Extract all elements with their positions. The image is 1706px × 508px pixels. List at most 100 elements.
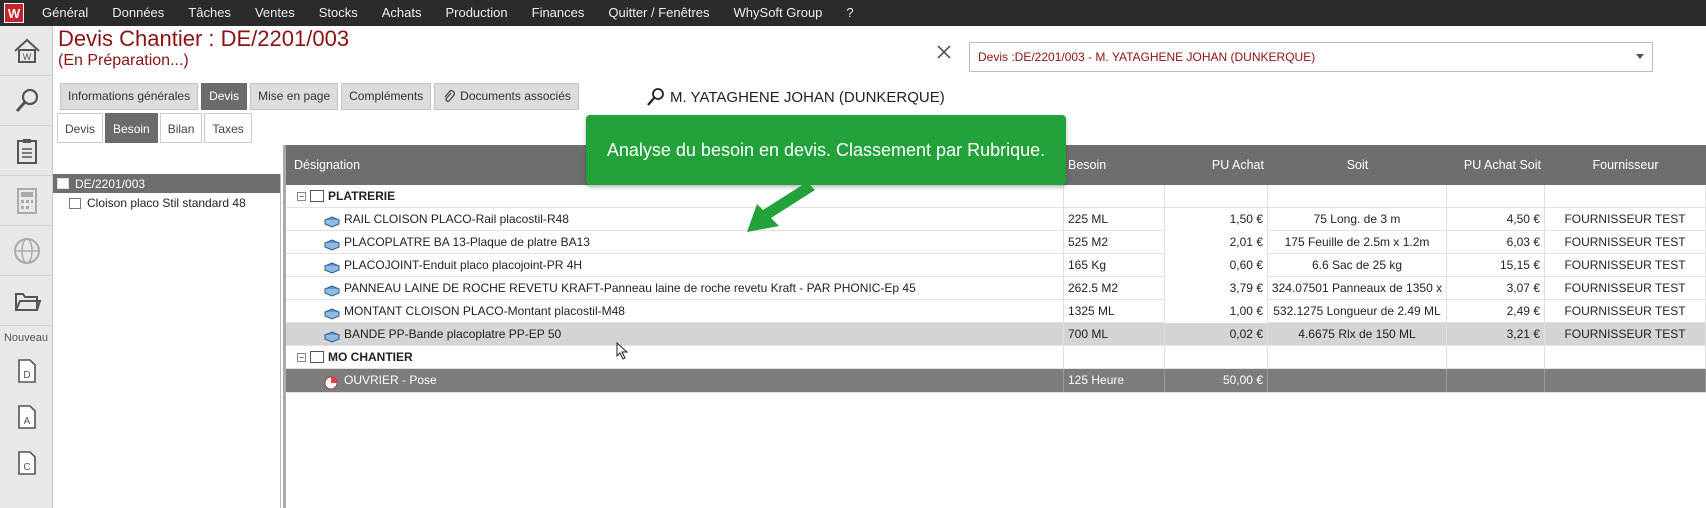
menu-taches[interactable]: Tâches: [176, 0, 243, 26]
new-document-d-icon: D: [17, 359, 36, 383]
menu-donnees[interactable]: Données: [100, 0, 176, 26]
table-row[interactable]: OUVRIER - Pose 125 Heure 50,00 €: [286, 369, 1706, 393]
folder-icon: [310, 351, 324, 363]
designation-text: OUVRIER - Pose: [344, 373, 437, 387]
subtab-besoin[interactable]: Besoin: [105, 113, 158, 143]
tab-complements[interactable]: Compléments: [341, 83, 432, 110]
paperclip-icon: [444, 89, 456, 102]
search-button[interactable]: [0, 76, 53, 126]
tooltip-arrow-icon: [747, 182, 815, 232]
cell-designation: RAIL CLOISON PLACO-Rail placostil-R48: [286, 207, 1064, 231]
menu-production[interactable]: Production: [433, 0, 519, 26]
tab-documents-associes[interactable]: Documents associés: [434, 83, 579, 110]
collapse-icon[interactable]: −: [297, 191, 306, 201]
rubrique-row[interactable]: − MO CHANTIER: [286, 345, 1706, 369]
cell-pu-achat[interactable]: 50,00 €: [1165, 369, 1268, 392]
new-document-a-icon: A: [17, 405, 36, 429]
menu-ventes[interactable]: Ventes: [243, 0, 307, 26]
menu-achats[interactable]: Achats: [370, 0, 434, 26]
cell-designation: PLACOPLATRE BA 13-Plaque de platre BA13: [286, 230, 1064, 254]
cell-pu-achat-soit: 3,21 €: [1447, 322, 1545, 346]
col-header-besoin[interactable]: Besoin: [1064, 158, 1165, 172]
cell-soit: 175 Feuille de 2.5m x 1.2m: [1268, 230, 1447, 254]
menu-stocks[interactable]: Stocks: [307, 0, 370, 26]
rubrique-cell: − MO CHANTIER: [286, 345, 1064, 369]
menu-whysoft-group[interactable]: WhySoft Group: [722, 0, 835, 26]
cell-soit: 324.07501 Panneaux de 1350 x: [1268, 276, 1447, 300]
cell-pu-achat[interactable]: 1,50 €: [1165, 207, 1268, 231]
cell-soit: 532.1275 Longueur de 2.49 ML: [1268, 299, 1447, 323]
chevron-down-icon[interactable]: [1636, 54, 1644, 59]
nouveau-label: Nouveau: [3, 332, 49, 344]
collapse-icon[interactable]: −: [297, 352, 306, 362]
search-icon[interactable]: [646, 87, 666, 107]
app-logo[interactable]: W: [4, 3, 24, 23]
cell-pu-achat-soit: 2,49 €: [1447, 299, 1545, 323]
menu-quitter-fenetres[interactable]: Quitter / Fenêtres: [596, 0, 721, 26]
close-icon[interactable]: [936, 44, 952, 60]
menu-help[interactable]: ?: [834, 0, 865, 26]
clipboard-button[interactable]: [0, 126, 53, 176]
cell-pu-achat[interactable]: 2,01 €: [1165, 230, 1268, 254]
tab-devis[interactable]: Devis: [201, 83, 248, 110]
cell-pu-achat[interactable]: 1,00 €: [1165, 299, 1268, 323]
cell-fournisseur: FOURNISSEUR TEST: [1545, 299, 1706, 323]
empty-cell: [1165, 184, 1268, 208]
empty-cell: [1165, 345, 1268, 369]
cell-pu-achat[interactable]: 0,60 €: [1165, 253, 1268, 277]
web-button[interactable]: [0, 226, 53, 276]
table-row[interactable]: BANDE PP-Bande placoplatre PP-EP 50 700 M…: [286, 322, 1706, 346]
cell-pu-achat-soit: 6,03 €: [1447, 230, 1545, 254]
besoin-grid: Désignation Besoin PU Achat Soit PU Acha…: [283, 145, 1706, 508]
devis-selector[interactable]: Devis :DE/2201/003 - M. YATAGHENE JOHAN …: [969, 42, 1653, 72]
tree-root-label: DE/2201/003: [75, 176, 146, 191]
cell-designation: MONTANT CLOISON PLACO-Montant placostil-…: [286, 299, 1064, 323]
svg-text:W: W: [22, 52, 31, 62]
tab-informations-generales[interactable]: Informations générales: [60, 83, 199, 110]
mouse-cursor-icon: [616, 342, 629, 360]
cell-pu-achat-soit: 15,15 €: [1447, 253, 1545, 277]
svg-text:C: C: [23, 462, 30, 473]
tree-root[interactable]: DE/2201/003: [53, 174, 280, 193]
menu-finances[interactable]: Finances: [520, 0, 597, 26]
col-header-pu-achat[interactable]: PU Achat: [1165, 158, 1268, 172]
home-icon: W: [13, 38, 40, 63]
tree-item[interactable]: Cloison placo Stil standard 48: [53, 193, 280, 213]
table-row[interactable]: PLACOJOINT-Enduit placo placojoint-PR 4H…: [286, 253, 1706, 277]
table-row[interactable]: MONTANT CLOISON PLACO-Montant placostil-…: [286, 299, 1706, 323]
calculator-button[interactable]: [0, 176, 53, 226]
cell-fournisseur: FOURNISSEUR TEST: [1545, 276, 1706, 300]
tab-mise-en-page[interactable]: Mise en page: [250, 83, 339, 110]
left-toolbar: W Nouveau D A C: [0, 26, 53, 508]
cell-fournisseur: [1545, 369, 1706, 392]
subtab-bilan[interactable]: Bilan: [159, 113, 203, 143]
subtab-devis[interactable]: Devis: [57, 113, 104, 143]
col-header-pu-achat-soit[interactable]: PU Achat Soit: [1447, 158, 1545, 172]
grid-body: − PLATRERIE RAIL CLOISON PLACO-Rail placos…: [286, 184, 1706, 393]
subtab-taxes[interactable]: Taxes: [204, 113, 252, 143]
cell-soit: 6.6 Sac de 25 kg: [1268, 253, 1447, 277]
cell-designation: PLACOJOINT-Enduit placo placojoint-PR 4H: [286, 253, 1064, 277]
table-row[interactable]: PANNEAU LAINE DE ROCHE REVETU KRAFT-Pann…: [286, 276, 1706, 300]
new-affaire-button[interactable]: A: [0, 394, 53, 440]
cell-pu-achat[interactable]: 3,79 €: [1165, 276, 1268, 300]
designation-text: PLACOJOINT-Enduit placo placojoint-PR 4H: [344, 257, 583, 272]
rubrique-name: MO CHANTIER: [328, 349, 413, 364]
cell-pu-achat[interactable]: 0,02 €: [1165, 322, 1268, 346]
new-devis-button[interactable]: D: [0, 348, 53, 394]
table-row[interactable]: PLACOPLATRE BA 13-Plaque de platre BA13 5…: [286, 230, 1706, 254]
page-header: Devis Chantier : DE/2201/003 (En Prépara…: [53, 26, 1706, 78]
cell-pu-achat-soit: 3,07 €: [1447, 276, 1545, 300]
col-header-fournisseur[interactable]: Fournisseur: [1545, 158, 1706, 172]
cell-fournisseur: FOURNISSEUR TEST: [1545, 230, 1706, 254]
calculator-icon: [16, 187, 37, 214]
cell-besoin: 525 M2: [1064, 230, 1165, 254]
table-row[interactable]: RAIL CLOISON PLACO-Rail placostil-R48 225…: [286, 207, 1706, 231]
menu-general[interactable]: Général: [30, 0, 100, 26]
home-button[interactable]: W: [0, 26, 53, 76]
rubrique-row[interactable]: − PLATRERIE: [286, 184, 1706, 208]
new-commande-button[interactable]: C: [0, 440, 53, 486]
col-header-soit[interactable]: Soit: [1268, 158, 1447, 172]
open-folder-button[interactable]: [0, 276, 53, 326]
tree-item-label: Cloison placo Stil standard 48: [87, 196, 246, 210]
